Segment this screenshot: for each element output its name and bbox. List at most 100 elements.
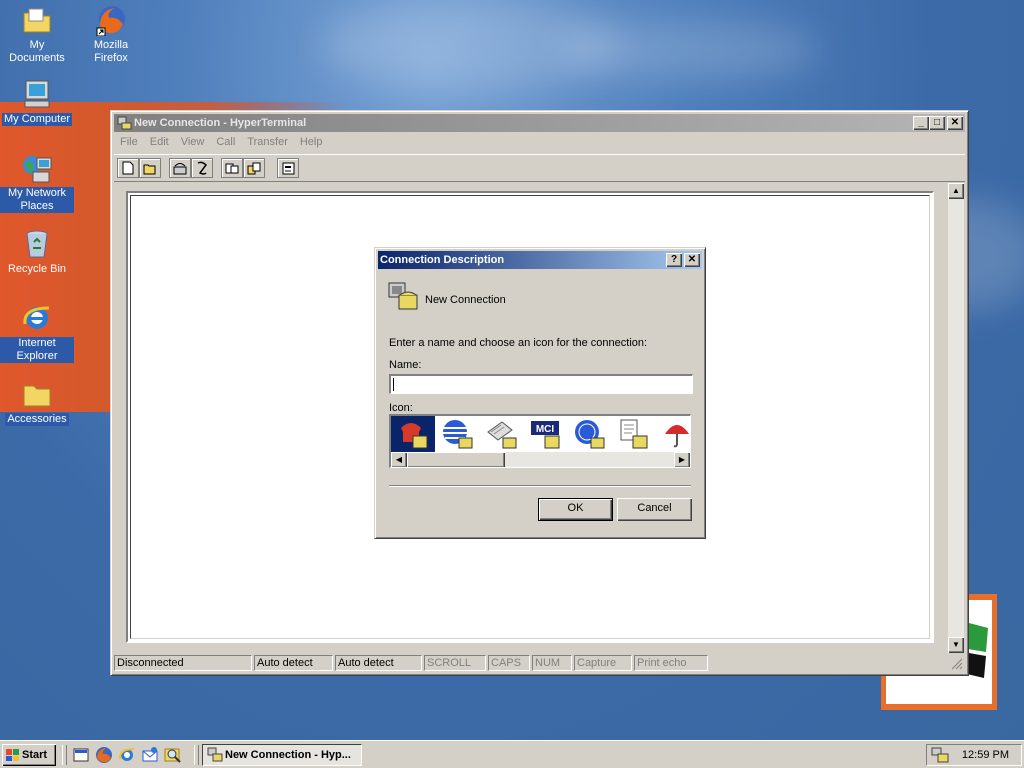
status-num: NUM <box>532 655 572 671</box>
status-caps: CAPS <box>488 655 530 671</box>
icon-option-document[interactable] <box>611 416 655 452</box>
mci-icon: MCI <box>531 421 560 449</box>
desktop-icon-label: My Network Places <box>0 187 74 213</box>
vertical-scrollbar[interactable]: ▲ ▼ <box>948 183 964 653</box>
connect-button[interactable] <box>169 158 191 178</box>
phone-icon <box>401 423 428 449</box>
icon-option-mci[interactable]: MCI <box>523 416 567 452</box>
connect-icon <box>173 163 187 175</box>
desktop-icon-internet-explorer[interactable]: Internet Explorer <box>0 302 74 363</box>
folder-icon <box>21 378 53 410</box>
folder-documents-icon <box>21 4 53 36</box>
scroll-right-button[interactable]: ▶ <box>674 452 690 467</box>
desktop-icon-network-places[interactable]: My Network Places <box>0 152 74 213</box>
dialog-close-button[interactable]: ✕ <box>684 253 700 267</box>
close-button[interactable]: ✕ <box>947 116 963 130</box>
desktop-icon-label: My Computer <box>1 113 73 126</box>
name-input[interactable] <box>389 374 693 394</box>
start-button[interactable]: Start <box>2 744 56 766</box>
status-connection: Disconnected <box>114 655 252 671</box>
mci-logo-text: MCI <box>536 424 555 435</box>
open-button[interactable] <box>139 158 161 178</box>
icon-option-umbrella[interactable] <box>655 416 690 452</box>
desktop-icon-label: Recycle Bin <box>7 263 67 275</box>
toolbar <box>114 154 965 182</box>
new-button[interactable] <box>117 158 139 178</box>
send-icon <box>225 163 239 174</box>
new-icon <box>122 161 134 175</box>
close-icon: ✕ <box>950 117 960 128</box>
scroll-up-button[interactable]: ▲ <box>948 183 964 199</box>
ge-icon <box>575 420 605 449</box>
window-title: New Connection - HyperTerminal <box>134 117 307 129</box>
window-titlebar[interactable]: New Connection - HyperTerminal _ □ ✕ <box>114 114 965 132</box>
icon-list[interactable]: MCI ◀ ▶ <box>389 414 691 468</box>
dialog-title: Connection Description <box>380 254 505 266</box>
scroll-down-button[interactable]: ▼ <box>948 637 964 653</box>
taskbar-button-hyperterminal[interactable]: New Connection - Hyp... <box>202 744 362 766</box>
internet-explorer-icon <box>21 302 53 334</box>
desktop-icon-my-computer[interactable]: My Computer <box>0 78 74 126</box>
show-desktop-icon[interactable] <box>72 746 90 764</box>
network-connection-icon[interactable] <box>931 747 949 763</box>
desktop-icon-firefox[interactable]: Mozilla Firefox <box>74 4 148 65</box>
firefox-icon[interactable] <box>95 746 113 764</box>
scroll-left-button[interactable]: ◀ <box>391 452 407 467</box>
status-capture: Capture <box>574 655 632 671</box>
status-print-echo: Print echo <box>634 655 708 671</box>
close-icon: ✕ <box>687 254 697 265</box>
connection-header: New Connection <box>425 294 506 306</box>
system-tray: 12:59 PM <box>926 744 1022 766</box>
resize-grip-icon[interactable] <box>951 658 963 670</box>
menu-edit[interactable]: Edit <box>144 134 175 150</box>
desktop-icon-recycle-bin[interactable]: Recycle Bin <box>0 228 74 276</box>
fax-icon <box>487 421 517 449</box>
quicklaunch-grip[interactable] <box>62 745 67 765</box>
connection-description-dialog: Connection Description ? ✕ New Connectio… <box>374 247 706 539</box>
instruction-text: Enter a name and choose an icon for the … <box>389 337 648 349</box>
hyperterminal-icon <box>117 116 132 130</box>
taskbar-button-label: New Connection - Hyp... <box>225 749 351 761</box>
icon-option-fax[interactable] <box>479 416 523 452</box>
desktop-icon-accessories[interactable]: Accessories <box>0 378 74 426</box>
icon-option-globe[interactable] <box>435 416 479 452</box>
menubar: File Edit View Call Transfer Help <box>114 134 328 152</box>
taskbar-grip[interactable] <box>194 745 199 765</box>
computer-icon <box>21 78 53 110</box>
outlook-express-icon[interactable] <box>141 746 159 764</box>
menu-help[interactable]: Help <box>294 134 329 150</box>
search-icon[interactable] <box>164 746 182 764</box>
status-detect-1: Auto detect <box>254 655 333 671</box>
maximize-button[interactable]: □ <box>929 116 945 130</box>
ok-button[interactable]: OK <box>538 498 613 521</box>
status-detect-2: Auto detect <box>335 655 422 671</box>
minimize-button[interactable]: _ <box>913 116 929 130</box>
umbrella-icon <box>665 425 689 448</box>
cancel-button[interactable]: Cancel <box>617 498 692 521</box>
dialog-titlebar[interactable]: Connection Description ? ✕ <box>378 251 702 269</box>
clock[interactable]: 12:59 PM <box>962 749 1009 761</box>
recycle-bin-icon <box>21 228 53 260</box>
internet-explorer-icon[interactable] <box>118 746 136 764</box>
dialog-separator <box>389 485 691 487</box>
send-button[interactable] <box>221 158 243 178</box>
hyperterminal-icon <box>207 747 223 762</box>
desktop-icon-label: Internet Explorer <box>0 337 74 363</box>
help-button[interactable]: ? <box>666 253 682 267</box>
desktop-icon-label: Mozilla Firefox <box>93 39 129 64</box>
icon-option-phone[interactable] <box>391 416 435 452</box>
scroll-thumb[interactable] <box>407 452 505 467</box>
menu-transfer[interactable]: Transfer <box>241 134 294 150</box>
document-icon <box>620 419 648 449</box>
minimize-icon: _ <box>918 117 924 128</box>
connection-phone-icon <box>388 282 418 310</box>
disconnect-button[interactable] <box>191 158 213 178</box>
desktop-icon-my-documents[interactable]: My Documents <box>0 4 74 65</box>
icon-option-ge[interactable] <box>567 416 611 452</box>
menu-file[interactable]: File <box>114 134 144 150</box>
receive-button[interactable] <box>243 158 265 178</box>
menu-view[interactable]: View <box>175 134 211 150</box>
properties-button[interactable] <box>277 158 299 178</box>
icon-list-scrollbar[interactable]: ◀ ▶ <box>391 452 690 467</box>
menu-call[interactable]: Call <box>210 134 241 150</box>
